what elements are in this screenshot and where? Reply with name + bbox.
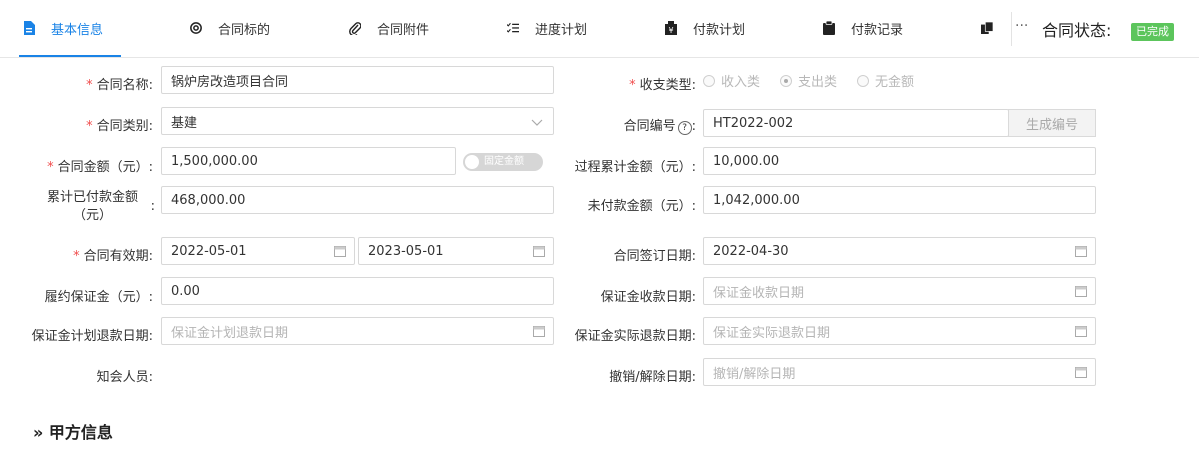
tab-payment-plan[interactable]: ¥ 付款计划 [665,0,745,56]
deposit-receive-date-input[interactable]: 保证金收款日期 [703,277,1096,305]
checklist-icon [507,21,519,35]
tab-basic-info[interactable]: 基本信息 [18,0,122,57]
deposit-plan-refund-label: 保证金计划退款日期: [31,329,153,344]
deposit-plan-refund-input[interactable]: 保证金计划退款日期 [161,317,554,345]
help-icon[interactable]: ? [677,121,692,135]
payment-plan-icon: ¥ [665,21,677,35]
chevron-down-icon [531,116,543,131]
deposit-actual-refund-label: 保证金实际退款日期: [574,329,696,344]
tab-label: 进度计划 [535,22,588,38]
notify-label: 知会人员: [96,370,153,385]
more-tabs-button[interactable]: ··· [1015,18,1028,34]
tab-contract-subject[interactable]: 合同标的 [190,0,270,56]
sign-date-label: 合同签订日期: [613,249,696,264]
validity-start-input[interactable]: 2022-05-01 [161,237,355,265]
income-type-radio-group: 收入类 支出类 无金额 [703,71,934,90]
unpaid-input[interactable]: 1,042,000.00 [703,186,1096,214]
calendar-icon [533,325,545,337]
calendar-icon [334,245,346,257]
paperclip-icon [349,21,361,35]
paid-total-input[interactable]: 468,000.00 [161,186,554,214]
deposit-label: 履约保证金（元）: [44,290,153,305]
calendar-icon [1075,285,1087,297]
tab-divider [1011,12,1012,46]
contract-name-input[interactable]: 锅炉房改造项目合同 [161,66,554,94]
deposit-receive-date-label: 保证金收款日期: [600,290,696,305]
amount-label: * 合同金额（元）: [47,160,153,175]
process-total-input[interactable]: 10,000.00 [703,147,1096,175]
contract-status-label: 合同状态: [1042,21,1112,40]
status-badge: 已完成 [1131,23,1174,41]
clipboard-icon [823,21,835,35]
calendar-icon [533,245,545,257]
radio-income[interactable]: 收入类 [703,71,760,90]
tab-attachments[interactable]: 合同附件 [349,0,429,56]
tab-label: 付款计划 [693,22,746,38]
generate-number-button[interactable]: 生成编号 [1008,109,1096,137]
contract-name-label: * 合同名称: [86,78,153,93]
paid-total-label: 累计已付款金额（元） : [46,190,155,223]
target-icon [190,21,202,35]
contract-no-input[interactable]: HT2022-002 [703,109,1009,137]
process-total-label: 过程累计金额（元）: [574,160,696,175]
radio-no-amount[interactable]: 无金额 [857,71,914,90]
income-type-label: * 收支类型: [629,78,696,93]
amount-input[interactable]: 1,500,000.00 [161,147,456,175]
tab-progress-plan[interactable]: 进度计划 [507,0,587,56]
tab-bar: 基本信息 合同标的 合同附件 进度计划 ¥ 付款计划 付款记录 ··· 合同状态… [0,0,1199,58]
party-a-section-title: » 甲方信息 [33,423,113,442]
document-icon [23,21,35,35]
unpaid-label: 未付款金额（元）: [587,199,696,214]
calendar-icon [1075,325,1087,337]
validity-end-input[interactable]: 2023-05-01 [358,237,554,265]
copy-icon [981,21,993,35]
tab-label: 付款记录 [851,22,904,38]
tab-label: 合同附件 [377,22,430,38]
calendar-icon [1075,245,1087,257]
sign-date-input[interactable]: 2022-04-30 [703,237,1096,265]
deposit-actual-refund-input[interactable]: 保证金实际退款日期 [703,317,1096,345]
svg-text:¥: ¥ [668,26,673,35]
tab-label: 基本信息 [51,22,104,38]
tab-overflow[interactable] [981,0,1009,56]
radio-expense[interactable]: 支出类 [780,71,837,90]
fixed-amount-toggle[interactable]: 固定金额 [463,153,543,171]
category-select[interactable]: 基建 [161,107,554,135]
cancel-date-input[interactable]: 撤销/解除日期 [703,358,1096,386]
validity-label: * 合同有效期: [73,249,153,264]
contract-no-label: 合同编号?: [623,119,696,135]
category-label: * 合同类别: [86,119,153,134]
tab-payment-records[interactable]: 付款记录 [823,0,903,56]
deposit-input[interactable]: 0.00 [161,277,554,305]
tab-label: 合同标的 [218,22,271,38]
cancel-date-label: 撤销/解除日期: [609,370,696,385]
calendar-icon [1075,366,1087,378]
